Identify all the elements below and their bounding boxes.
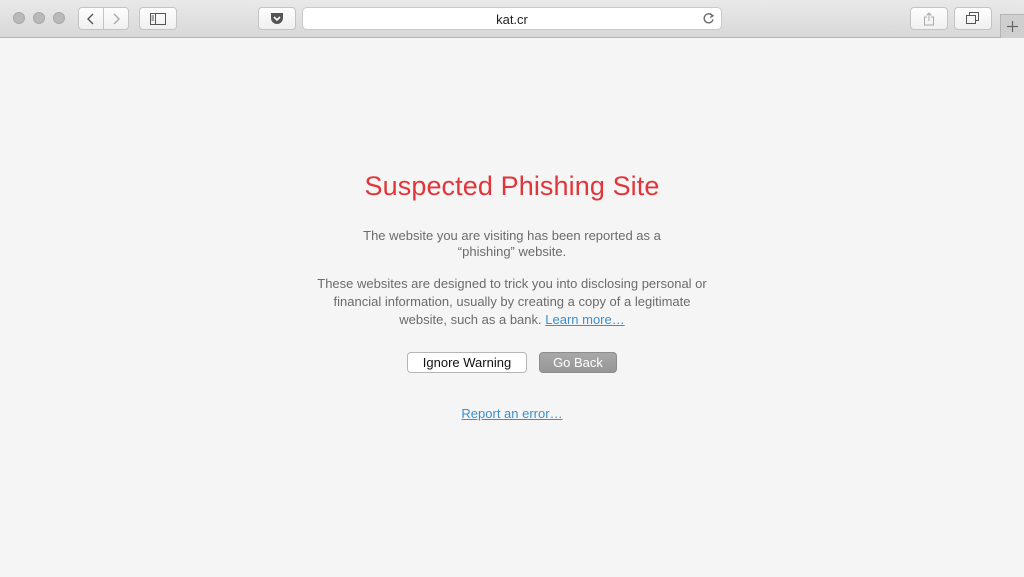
warning-explanation-text: These websites are designed to trick you…: [317, 276, 707, 327]
warning-explanation: These websites are designed to trick you…: [312, 275, 712, 329]
warning-description: The website you are visiting has been re…: [363, 228, 661, 259]
report-error-container: Report an error…: [0, 406, 1024, 421]
report-error-link[interactable]: Report an error…: [461, 406, 562, 421]
browser-toolbar: kat.cr: [0, 0, 1024, 38]
new-tab-button[interactable]: [1000, 14, 1024, 38]
chevron-left-icon: [87, 13, 94, 24]
sidebar-icon: [150, 12, 166, 25]
tabs-icon: [966, 12, 979, 24]
back-nav-button[interactable]: [78, 7, 104, 30]
chevron-right-icon: [113, 13, 120, 24]
warning-title: Suspected Phishing Site: [364, 171, 660, 201]
tabs-overview-button[interactable]: [954, 7, 992, 30]
close-window-button[interactable]: [13, 12, 25, 24]
sidebar-toggle-button[interactable]: [139, 7, 177, 30]
pocket-button[interactable]: [258, 7, 296, 30]
reload-icon[interactable]: [702, 12, 715, 25]
pocket-icon: [271, 13, 283, 24]
ignore-warning-button[interactable]: Ignore Warning: [407, 352, 527, 373]
share-icon: [924, 11, 934, 25]
learn-more-link[interactable]: Learn more…: [545, 312, 624, 327]
share-button[interactable]: [910, 7, 948, 30]
zoom-window-button[interactable]: [53, 12, 65, 24]
minimize-window-button[interactable]: [33, 12, 45, 24]
address-text: kat.cr: [496, 12, 528, 27]
forward-nav-button[interactable]: [103, 7, 129, 30]
go-back-button[interactable]: Go Back: [539, 352, 617, 373]
address-bar[interactable]: kat.cr: [302, 7, 722, 30]
plus-icon: [1007, 21, 1018, 32]
